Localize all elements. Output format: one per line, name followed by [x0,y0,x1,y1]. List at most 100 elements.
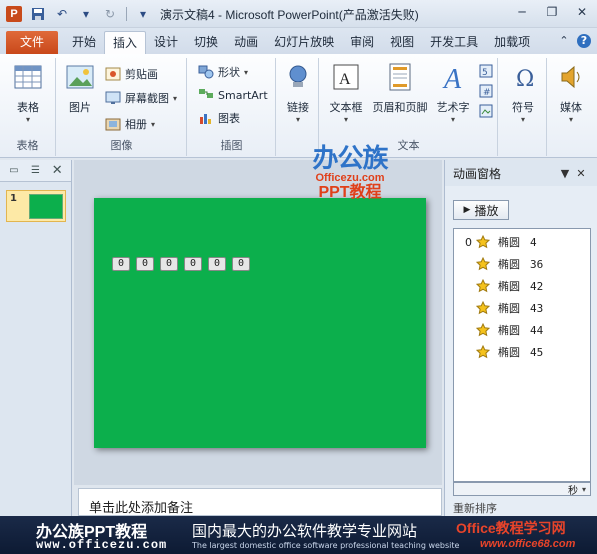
date-time-button[interactable]: 5 [478,64,494,78]
timeline-dropdown-icon[interactable]: ▾ [582,485,586,494]
banner-url: www.officezu.com [36,538,168,552]
slide-number-icon: # [479,84,493,98]
svg-text:Ω: Ω [516,67,534,92]
slide-thumbnail-row[interactable]: 1 [6,190,66,222]
shapes-icon [198,65,214,79]
tab-addins[interactable]: 加载项 [486,31,538,54]
textbox-button[interactable]: A 文本框 ▾ [324,62,368,124]
undo-icon[interactable]: ↶ [54,6,70,22]
media-dropdown-icon: ▾ [568,115,573,124]
customize-qat-icon[interactable]: ▾ [135,6,151,22]
link-dropdown-icon: ▾ [295,115,300,124]
oval-tag[interactable]: 0 [112,257,130,271]
tab-slideshow[interactable]: 幻灯片放映 [266,31,342,54]
animation-item[interactable]: 椭圆 43 [454,299,590,317]
link-button[interactable]: 链接 ▾ [281,62,315,124]
title-bar: P ↶ ▾ ↻ ▾ 演示文稿4 - Microsoft PowerPoint(产… [0,0,597,28]
oval-tag[interactable]: 0 [184,257,202,271]
tab-view[interactable]: 视图 [382,31,422,54]
table-button-label: 表格 [17,101,39,114]
ribbon-right-controls: ⌃ ? [557,34,591,48]
chart-button[interactable]: 图表 [198,110,240,126]
minimize-icon[interactable]: ─ [513,4,531,20]
entrance-star-icon [476,323,490,337]
group-text: A 文本框 ▾ 页眉和页脚 A 艺术字 ▾ 5 # 文本 [320,58,498,156]
close-animation-pane-icon[interactable]: ✕ [573,167,589,180]
close-window-icon[interactable]: ✕ [573,4,591,20]
window-controls: ─ ❐ ✕ [513,4,591,20]
minimize-ribbon-icon[interactable]: ⌃ [557,34,571,48]
animation-list: 0 椭圆 4 椭圆 36 椭圆 42 椭圆 43 椭圆 44 椭圆 45 [453,228,591,482]
pane-options-icon[interactable]: ▼ [557,167,573,180]
slides-pane: ▭ ☰ ✕ 1 [0,160,72,516]
tab-home[interactable]: 开始 [64,31,104,54]
symbol-dropdown-icon: ▾ [520,115,525,124]
undo-dropdown-icon[interactable]: ▾ [78,6,94,22]
redo-icon[interactable]: ↻ [102,6,118,22]
notes-pane[interactable]: 单击此处添加备注 [78,488,442,516]
timeline-bar[interactable]: 秒 ▾ [453,482,591,497]
animation-item[interactable]: 椭圆 42 [454,277,590,295]
wordart-button[interactable]: A 艺术字 ▾ [432,62,474,124]
album-icon [105,118,121,131]
shapes-dropdown-icon: ▾ [244,67,249,77]
clipart-button[interactable]: 剪贴画 [105,66,158,82]
play-button[interactable]: ▶ 播放 [453,200,509,220]
symbol-button[interactable]: Ω 符号 ▾ [505,62,541,124]
svg-text:A: A [442,64,462,92]
tab-animations[interactable]: 动画 [226,31,266,54]
screenshot-button[interactable]: 屏幕截图 ▾ [105,90,177,106]
ribbon-insert: 表格 ▾ 表格 图片 剪贴画 屏幕截图 ▾ 相册 ▾ 图像 形状 ▾ Smart… [0,54,597,158]
oval-tag[interactable]: 0 [160,257,178,271]
tab-developer[interactable]: 开发工具 [422,31,486,54]
slide-number-button[interactable]: # [478,84,494,98]
wordart-label: 艺术字 [436,101,470,114]
animation-item[interactable]: 0 椭圆 4 [454,233,590,251]
svg-text:A: A [339,71,351,88]
link-label: 链接 [287,101,309,114]
smartart-button[interactable]: SmartArt [198,88,268,102]
banner-slogan: 国内最大的办公软件教学专业网站 [192,522,418,540]
clipart-icon [105,67,121,81]
close-slides-pane-icon[interactable]: ✕ [49,163,65,178]
album-button[interactable]: 相册 ▾ [105,116,155,132]
link-icon [289,65,307,87]
oval-tag[interactable]: 0 [208,257,226,271]
shapes-button[interactable]: 形状 ▾ [198,64,248,80]
object-button[interactable] [478,104,494,118]
outline-tab-icon[interactable]: ☰ [28,164,44,178]
table-button[interactable]: 表格 ▾ [8,62,48,124]
timeline-unit[interactable]: 秒 [568,482,578,497]
animation-item[interactable]: 椭圆 36 [454,255,590,273]
powerpoint-app-icon[interactable]: P [6,6,22,22]
animation-item[interactable]: 椭圆 45 [454,343,590,361]
restore-icon[interactable]: ❐ [543,4,561,20]
animation-pane: 动画窗格 ▼ ✕ ▶ 播放 0 椭圆 4 椭圆 36 椭圆 42 椭圆 43 椭… [444,160,597,516]
media-button[interactable]: 媒体 ▾ [552,62,590,124]
tab-insert[interactable]: 插入 [104,31,147,54]
oval-tag[interactable]: 0 [136,257,154,271]
tab-review[interactable]: 审阅 [342,31,382,54]
play-icon: ▶ [463,205,471,215]
ribbon-tabs: 开始 插入 设计 切换 动画 幻灯片放映 审阅 视图 开发工具 加载项 [64,31,538,54]
animation-item[interactable]: 椭圆 44 [454,321,590,339]
watermark-ppt: PPT教程 [318,184,382,201]
oval-tag[interactable]: 0 [232,257,250,271]
slide-canvas[interactable]: 0 0 0 0 0 0 [94,198,426,448]
slides-tab-icon[interactable]: ▭ [6,164,22,178]
slides-pane-tabs: ▭ ☰ ✕ [0,160,71,182]
textbox-dropdown-icon: ▾ [343,115,348,124]
reorder-control[interactable]: 重新排序 [453,500,497,516]
wordart-icon: A [442,64,462,95]
help-icon[interactable]: ? [577,34,591,48]
header-footer-button[interactable]: 页眉和页脚 [368,62,432,115]
quick-access-toolbar: ↶ ▾ ↻ ▾ [30,6,151,22]
tab-transitions[interactable]: 切换 [186,31,226,54]
site-banner: 办公族PPT教程 www.officezu.com 国内最大的办公软件教学专业网… [0,516,597,554]
save-icon[interactable] [30,6,46,22]
animation-pane-header: 动画窗格 ▼ ✕ [445,160,597,186]
slide-thumbnail[interactable] [29,194,63,219]
tab-design[interactable]: 设计 [146,31,186,54]
picture-button[interactable]: 图片 [63,62,97,115]
tab-file[interactable]: 文件 [6,31,58,54]
